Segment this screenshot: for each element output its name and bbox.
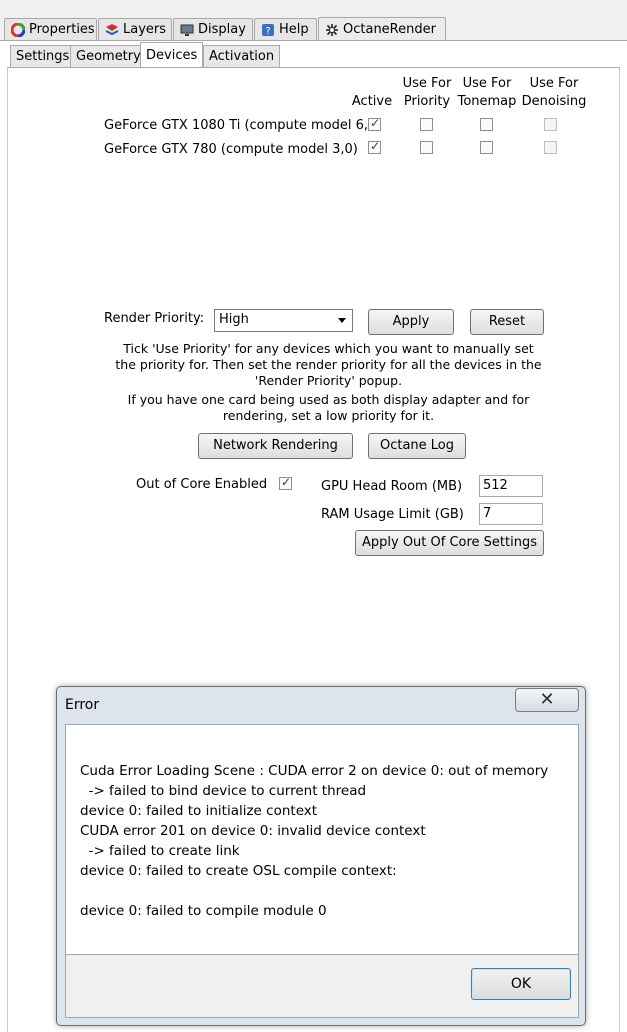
header-line: Priority [403,94,451,109]
tab-layers[interactable]: Layers [98,18,172,40]
header-line: Tonemap [457,94,517,109]
header-use-for-denoising: Use For Denoising [520,75,588,111]
dialog-footer: OK [65,955,579,1018]
header-line: Denoising [521,94,587,109]
error-line: -> failed to create link [80,843,240,859]
device-0-priority-checkbox[interactable] [420,118,433,131]
close-button[interactable]: ✕ [515,688,579,712]
top-tab-strip: Properties Layers Display ? Help OctaneR… [0,0,627,41]
device-name: GeForce GTX 780 (compute model 3,0) [104,142,358,157]
tab-label: Layers [123,22,167,37]
dialog-title: Error [65,697,100,713]
error-line: device 0: failed to compile module 0 [80,903,327,919]
device-0-tonemap-checkbox[interactable] [480,118,493,131]
tab-octanerender[interactable]: OctaneRender [318,17,446,41]
device-0-denoising-checkbox[interactable] [544,118,557,131]
gpu-headroom-label: GPU Head Room (MB) [321,479,463,494]
header-use-for-tonemap: Use For Tonemap [455,75,519,111]
render-priority-select[interactable]: High [214,309,353,332]
tab-activation[interactable]: Activation [203,45,281,67]
tab-properties[interactable]: Properties [4,18,97,40]
device-0-active-checkbox[interactable] [368,116,381,131]
render-priority-label: Render Priority: [104,311,205,326]
help-line: Tick 'Use Priority' for any devices whic… [123,341,534,356]
tab-label: OctaneRender [343,22,436,37]
reset-button[interactable]: Reset [470,309,544,335]
priority-help-text: Tick 'Use Priority' for any devices whic… [110,341,547,424]
chevron-down-icon [338,318,346,323]
device-1-active-checkbox[interactable] [368,139,381,154]
layers-icon [105,23,119,37]
apply-button[interactable]: Apply [368,309,454,335]
ram-limit-input[interactable]: 7 [479,503,543,525]
help-line: If you have one card being used as both … [127,392,530,407]
header-line: Use For [462,76,512,91]
header-line: Use For [402,76,452,91]
error-line: CUDA error 201 on device 0: invalid devi… [80,823,426,839]
svg-text:?: ? [265,26,270,37]
ok-button[interactable]: OK [471,968,571,1000]
out-of-core-checkbox[interactable] [279,475,292,490]
close-icon: ✕ [539,689,555,710]
apply-out-of-core-button[interactable]: Apply Out Of Core Settings [355,530,544,556]
help-line: 'Render Priority' popup. [254,373,403,388]
error-line: -> failed to bind device to current thre… [80,783,367,799]
tab-settings[interactable]: Settings [10,45,76,67]
device-1-denoising-checkbox[interactable] [544,141,557,154]
header-active: Active [351,94,393,109]
tab-label: Display [198,22,246,37]
error-line: device 0: failed to initialize context [80,803,318,819]
error-message: Cuda Error Loading Scene : CUDA error 2 … [65,724,579,955]
tab-display[interactable]: Display [173,18,253,40]
color-wheel-icon [10,22,26,37]
tab-label: Help [279,22,309,37]
gpu-headroom-input[interactable]: 512 [479,475,543,497]
device-1-tonemap-checkbox[interactable] [480,141,493,154]
header-line: Use For [529,76,579,91]
device-1-priority-checkbox[interactable] [420,141,433,154]
octane-icon [325,23,339,37]
render-priority-value: High [219,312,249,327]
out-of-core-label: Out of Core Enabled [136,477,268,492]
tab-label: Properties [29,22,95,37]
monitor-icon [180,23,194,37]
tab-help[interactable]: ? Help [254,18,317,40]
tab-devices[interactable]: Devices [140,42,204,68]
ram-limit-label: RAM Usage Limit (GB) [321,507,464,522]
error-line: device 0: failed to create OSL compile c… [80,863,397,879]
help-line: the priority for. Then set the render pr… [115,357,542,372]
help-icon: ? [261,23,275,37]
tab-geometry[interactable]: Geometry [70,45,147,67]
header-use-for-priority: Use For Priority [398,75,456,111]
error-dialog: Error ✕ Cuda Error Loading Scene : CUDA … [56,686,586,1026]
help-line: rendering, set a low priority for it. [222,408,435,423]
error-line: Cuda Error Loading Scene : CUDA error 2 … [80,763,549,779]
tab-strip-divider [0,40,627,41]
octane-log-button[interactable]: Octane Log [368,433,466,459]
device-name: GeForce GTX 1080 Ti (compute model 6,0) [104,118,382,133]
network-rendering-button[interactable]: Network Rendering [198,433,353,459]
